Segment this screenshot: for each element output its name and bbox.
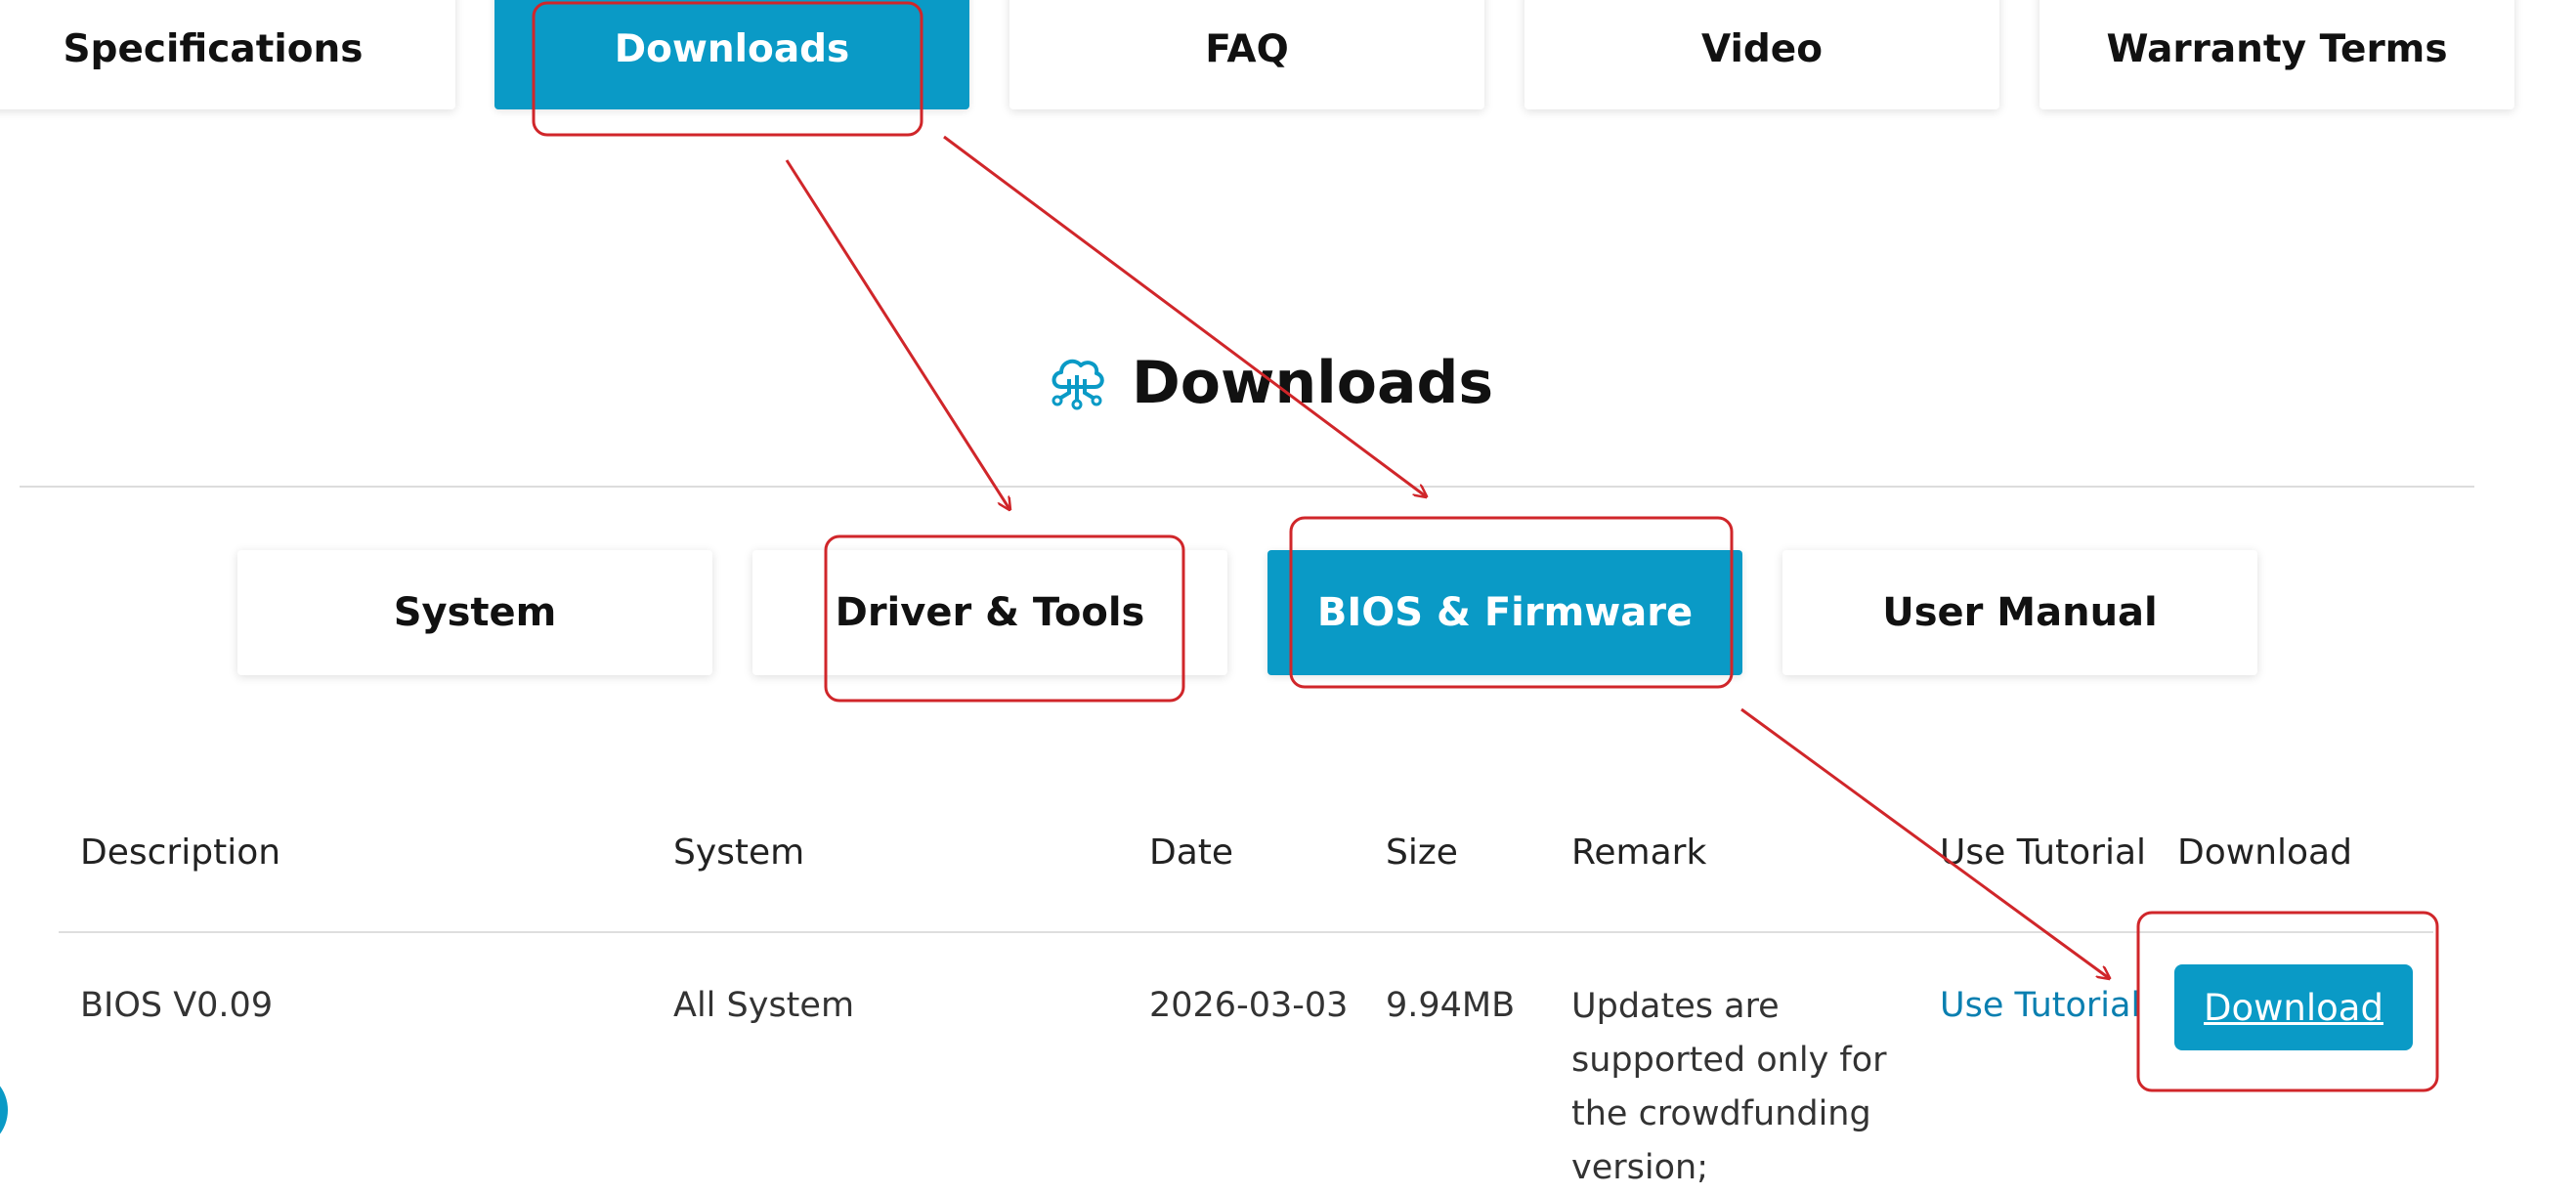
- col-header-remark: Remark: [1571, 832, 1707, 873]
- tab-user-manual[interactable]: User Manual: [1782, 550, 2257, 675]
- col-header-date: Date: [1149, 832, 1234, 873]
- section-title: Downloads: [1132, 349, 1494, 417]
- floating-action-button[interactable]: [0, 1073, 8, 1147]
- tab-system[interactable]: System: [237, 550, 712, 675]
- tab-specifications[interactable]: Specifications: [0, 0, 455, 109]
- tab-driver-tools[interactable]: Driver & Tools: [752, 550, 1227, 675]
- section-divider: [20, 486, 2474, 488]
- use-tutorial-link[interactable]: Use Tutorial: [1940, 986, 2140, 1025]
- cell-system: All System: [673, 986, 855, 1025]
- tab-video[interactable]: Video: [1524, 0, 1999, 109]
- col-header-size: Size: [1386, 832, 1458, 873]
- cell-size: 9.94MB: [1386, 986, 1516, 1025]
- cell-date: 2026-03-03: [1149, 986, 1349, 1025]
- annotation-arrow-to-bios-firmware: [943, 135, 1426, 496]
- tab-warranty-terms[interactable]: Warranty Terms: [2039, 0, 2514, 109]
- annotation-arrow-to-driver-tools: [785, 159, 1009, 509]
- cloud-network-icon: [1046, 350, 1108, 417]
- col-header-system: System: [673, 832, 805, 873]
- cell-description: BIOS V0.09: [80, 986, 274, 1025]
- col-header-use-tutorial: Use Tutorial: [1940, 832, 2147, 873]
- downloads-heading: Downloads: [1046, 344, 1493, 422]
- col-header-description: Description: [80, 832, 281, 873]
- tab-faq[interactable]: FAQ: [1009, 0, 1484, 109]
- download-button[interactable]: Download: [2174, 964, 2413, 1050]
- cell-remark: Updates are supported only for the crowd…: [1571, 987, 1887, 1187]
- tab-downloads[interactable]: Downloads: [494, 0, 969, 109]
- tab-bios-firmware[interactable]: BIOS & Firmware: [1267, 550, 1742, 675]
- table-header-divider: [59, 931, 2433, 933]
- col-header-download: Download: [2177, 832, 2352, 873]
